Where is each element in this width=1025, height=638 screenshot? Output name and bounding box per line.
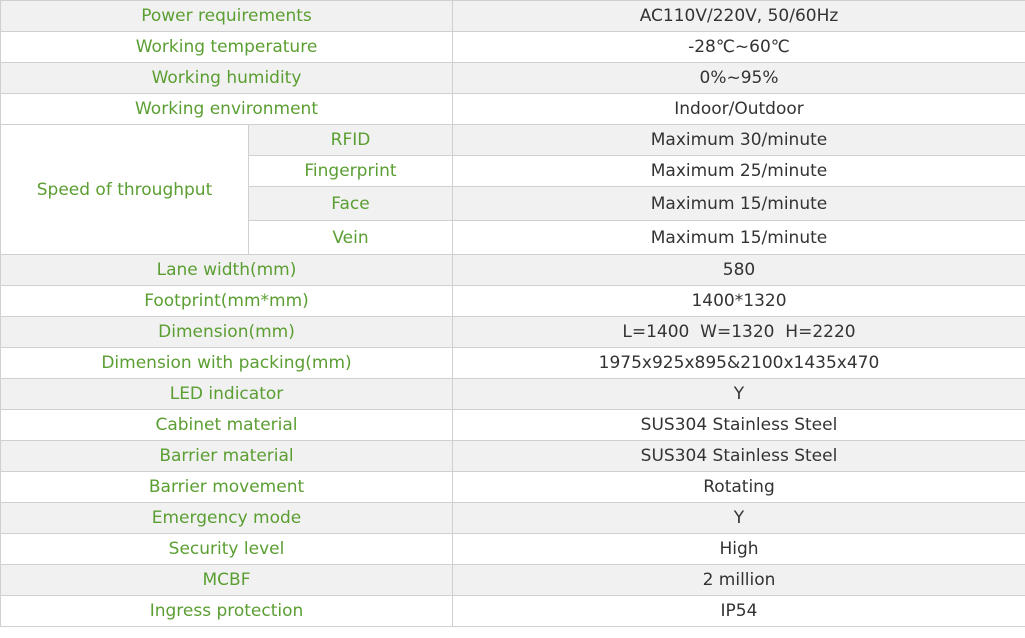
spec-row-temperature: Working temperature -28℃~60℃ [0,31,1025,63]
spec-label: LED indicator [0,378,453,410]
spec-row-throughput-rfid: Speed of throughput RFID Maximum 30/minu… [0,124,1025,255]
spec-value: 0%~95% [452,62,1025,94]
spec-label: Working humidity [0,62,453,94]
spec-row-dimension: Dimension(mm) L=1400 W=1320 H=2220 [0,316,1025,348]
spec-value: Maximum 15/minute [452,220,1025,255]
spec-label: MCBF [0,564,453,596]
spec-table: Power requirements AC110V/220V, 50/60Hz … [0,0,1025,627]
spec-value: 2 million [452,564,1025,596]
spec-label: Barrier material [0,440,453,472]
spec-label: Cabinet material [0,409,453,441]
spec-label: Dimension with packing(mm) [0,347,453,379]
spec-value: Y [452,502,1025,534]
spec-value: 580 [452,254,1025,286]
spec-label: Barrier movement [0,471,453,503]
spec-row-emergency: Emergency mode Y [0,502,1025,534]
spec-value: Y [452,378,1025,410]
spec-value: SUS304 Stainless Steel [452,440,1025,472]
spec-label: Working temperature [0,31,453,63]
spec-label: Working environment [0,93,453,125]
spec-label: Dimension(mm) [0,316,453,348]
spec-label: Lane width(mm) [0,254,453,286]
spec-label: Security level [0,533,453,565]
spec-row-barrier-material: Barrier material SUS304 Stainless Steel [0,440,1025,472]
spec-label: Emergency mode [0,502,453,534]
spec-label: Power requirements [0,0,453,32]
spec-sub-label: Fingerprint [248,155,453,187]
spec-row-footprint: Footprint(mm*mm) 1400*1320 [0,285,1025,317]
spec-row-mcbf: MCBF 2 million [0,564,1025,596]
spec-label: Footprint(mm*mm) [0,285,453,317]
spec-value: L=1400 W=1320 H=2220 [452,316,1025,348]
spec-group-label: Speed of throughput [0,124,249,255]
spec-row-cabinet: Cabinet material SUS304 Stainless Steel [0,409,1025,441]
spec-value: 1975x925x895&2100x1435x470 [452,347,1025,379]
spec-row-led: LED indicator Y [0,378,1025,410]
spec-row-environment: Working environment Indoor/Outdoor [0,93,1025,125]
spec-row-humidity: Working humidity 0%~95% [0,62,1025,94]
spec-sub-label: RFID [248,124,453,156]
spec-value: Maximum 30/minute [452,124,1025,156]
spec-label: Ingress protection [0,595,453,627]
spec-sub-label: Face [248,186,453,221]
spec-sub-label: Vein [248,220,453,255]
spec-row-lane-width: Lane width(mm) 580 [0,254,1025,286]
spec-row-power: Power requirements AC110V/220V, 50/60Hz [0,0,1025,32]
spec-value: Maximum 25/minute [452,155,1025,187]
spec-value: AC110V/220V, 50/60Hz [452,0,1025,32]
spec-value: -28℃~60℃ [452,31,1025,63]
spec-row-barrier-movement: Barrier movement Rotating [0,471,1025,503]
spec-row-security: Security level High [0,533,1025,565]
spec-value: High [452,533,1025,565]
spec-value: Maximum 15/minute [452,186,1025,221]
spec-value: Indoor/Outdoor [452,93,1025,125]
spec-value: Rotating [452,471,1025,503]
spec-value: IP54 [452,595,1025,627]
spec-value: SUS304 Stainless Steel [452,409,1025,441]
spec-row-dimension-packing: Dimension with packing(mm) 1975x925x895&… [0,347,1025,379]
spec-value: 1400*1320 [452,285,1025,317]
spec-row-ingress: Ingress protection IP54 [0,595,1025,627]
